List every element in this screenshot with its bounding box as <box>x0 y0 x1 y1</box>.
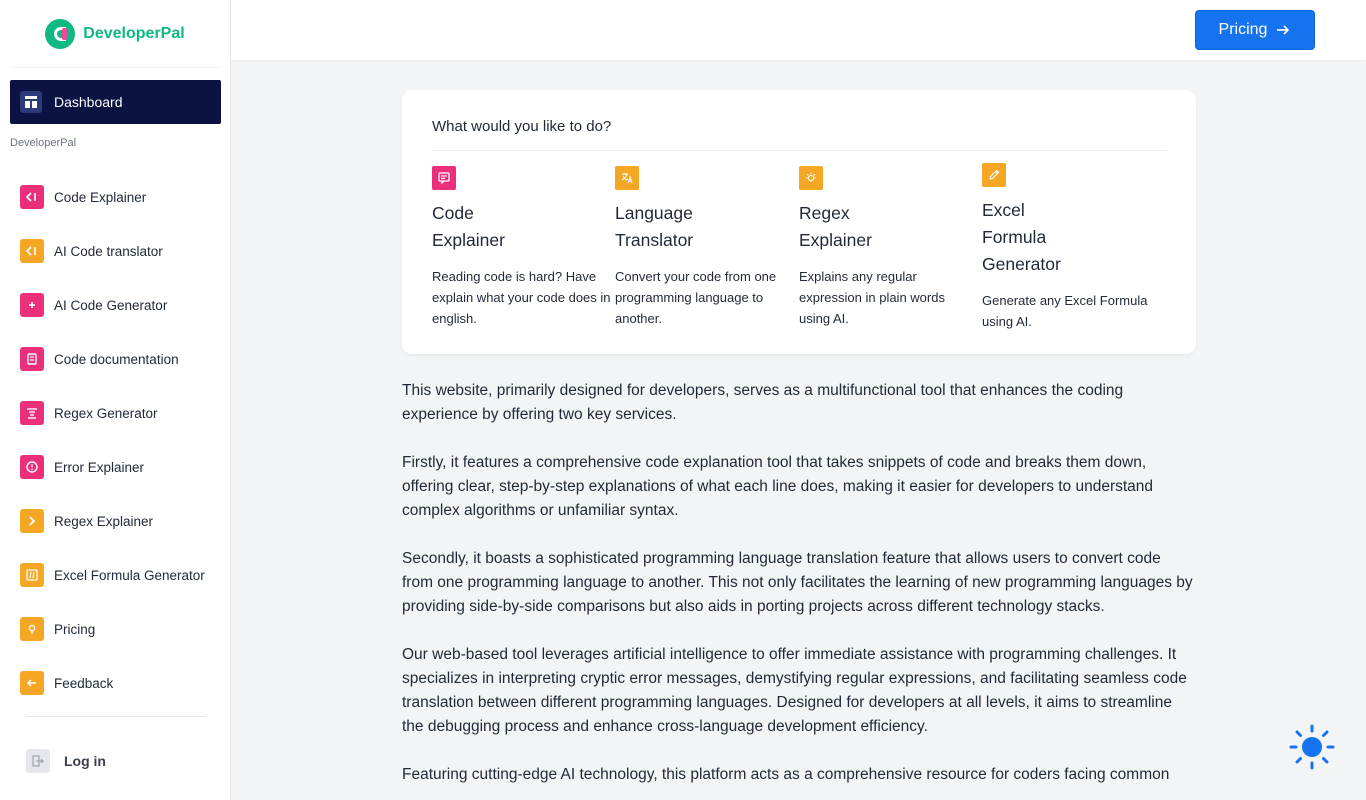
translate-icon <box>615 166 639 190</box>
option-title: Regex Explainer <box>799 203 872 250</box>
option-description: Explains any regular expression in plain… <box>799 269 945 326</box>
paragraph: Featuring cutting-edge AI technology, th… <box>402 766 1170 783</box>
chat-bubble-icon <box>432 166 456 190</box>
option-title: Code Explainer <box>432 203 505 250</box>
login-icon <box>26 749 50 773</box>
sidebar-item-label: Feedback <box>54 675 114 691</box>
about-text: This website, primarily designed for dev… <box>402 379 1196 800</box>
sidebar-item-excel-formula-generator[interactable]: Excel Formula Generator <box>20 548 220 602</box>
theme-toggle-button[interactable] <box>1288 723 1336 771</box>
option-description: Convert your code from one programming l… <box>615 269 777 326</box>
brand-name: DeveloperPal <box>83 24 185 42</box>
sun-icon <box>1289 724 1335 770</box>
sidebar: DeveloperPal Dashboard DeveloperPal Code… <box>0 0 231 800</box>
developerpal-logo <box>45 18 76 49</box>
sidebar-item-label: Code Explainer <box>54 189 147 205</box>
option-code-explainer[interactable]: Code Explainer Reading code is hard? Hav… <box>432 166 612 329</box>
sidebar-item-regex-generator[interactable]: Regex Generator <box>20 386 220 440</box>
sidebar-item-ai-code-translator[interactable]: AI Code translator <box>20 224 220 278</box>
sidebar-divider <box>26 716 206 717</box>
code-bracket-icon <box>20 185 44 209</box>
sidebar-item-code-documentation[interactable]: Code documentation <box>20 332 220 386</box>
code-bracket-icon <box>20 239 44 263</box>
alert-circle-icon <box>20 455 44 479</box>
sidebar-item-regex-explainer[interactable]: Regex Explainer <box>20 494 220 548</box>
card-title: What would you like to do? <box>432 118 612 135</box>
arrow-right-icon <box>1277 25 1290 35</box>
option-description: Reading code is hard? Have explain what … <box>432 269 611 326</box>
sidebar-item-error-explainer[interactable]: Error Explainer <box>20 440 220 494</box>
chevron-right-icon <box>20 509 44 533</box>
sidebar-item-pricing[interactable]: Pricing <box>20 602 220 656</box>
action-card: What would you like to do? Code Explaine… <box>402 90 1196 354</box>
card-divider <box>432 150 1166 151</box>
sidebar-item-label: Error Explainer <box>54 459 145 475</box>
arrow-left-icon <box>20 671 44 695</box>
plus-icon <box>20 293 44 317</box>
filter-lines-icon <box>20 401 44 425</box>
sidebar-item-label: Code documentation <box>54 351 179 367</box>
pencil-icon <box>982 163 1006 187</box>
sidebar-nav: Code Explainer AI Code translator AI Cod… <box>20 170 220 710</box>
login-button[interactable]: Log in <box>26 749 106 773</box>
sidebar-item-dashboard[interactable]: Dashboard <box>10 80 221 124</box>
pricing-button-label: Pricing <box>1218 21 1268 38</box>
sidebar-item-label: Regex Explainer <box>54 513 154 529</box>
lightbulb-icon <box>799 166 823 190</box>
sidebar-item-feedback[interactable]: Feedback <box>20 656 220 710</box>
option-regex-explainer[interactable]: Regex Explainer Explains any regular exp… <box>799 166 979 329</box>
sidebar-item-label: AI Code Generator <box>54 297 168 313</box>
login-label: Log in <box>64 753 106 769</box>
document-icon <box>20 347 44 371</box>
sidebar-item-label: Dashboard <box>54 94 123 110</box>
location-pin-icon <box>20 617 44 641</box>
paragraph: This website, primarily designed for dev… <box>402 382 1124 423</box>
dashboard-icon <box>20 91 42 113</box>
paragraph: Firstly, it features a comprehensive cod… <box>402 454 1154 519</box>
sidebar-item-label: Excel Formula Generator <box>54 567 205 583</box>
top-bar: Pricing <box>231 0 1366 60</box>
sidebar-item-label: Regex Generator <box>54 405 158 421</box>
sidebar-item-ai-code-generator[interactable]: AI Code Generator <box>20 278 220 332</box>
sidebar-item-label: Pricing <box>54 621 96 637</box>
sidebar-section-label: DeveloperPal <box>10 137 77 149</box>
brand[interactable]: DeveloperPal <box>10 0 220 68</box>
paragraph: Secondly, it boasts a sophisticated prog… <box>402 550 1193 615</box>
paragraph: Our web-based tool leverages artificial … <box>402 646 1187 735</box>
option-language-translator[interactable]: Language Translator Convert your code fr… <box>615 166 795 329</box>
option-title: Language Translator <box>615 203 694 250</box>
sidebar-item-code-explainer[interactable]: Code Explainer <box>20 170 220 224</box>
option-excel-formula-generator[interactable]: Excel Formula Generator Generate any Exc… <box>982 163 1162 332</box>
pricing-button[interactable]: Pricing <box>1195 10 1315 50</box>
sidebar-item-label: AI Code translator <box>54 243 163 259</box>
option-description: Generate any Excel Formula using AI. <box>982 293 1148 329</box>
formula-icon <box>20 563 44 587</box>
option-title: Excel Formula Generator <box>982 200 1061 274</box>
